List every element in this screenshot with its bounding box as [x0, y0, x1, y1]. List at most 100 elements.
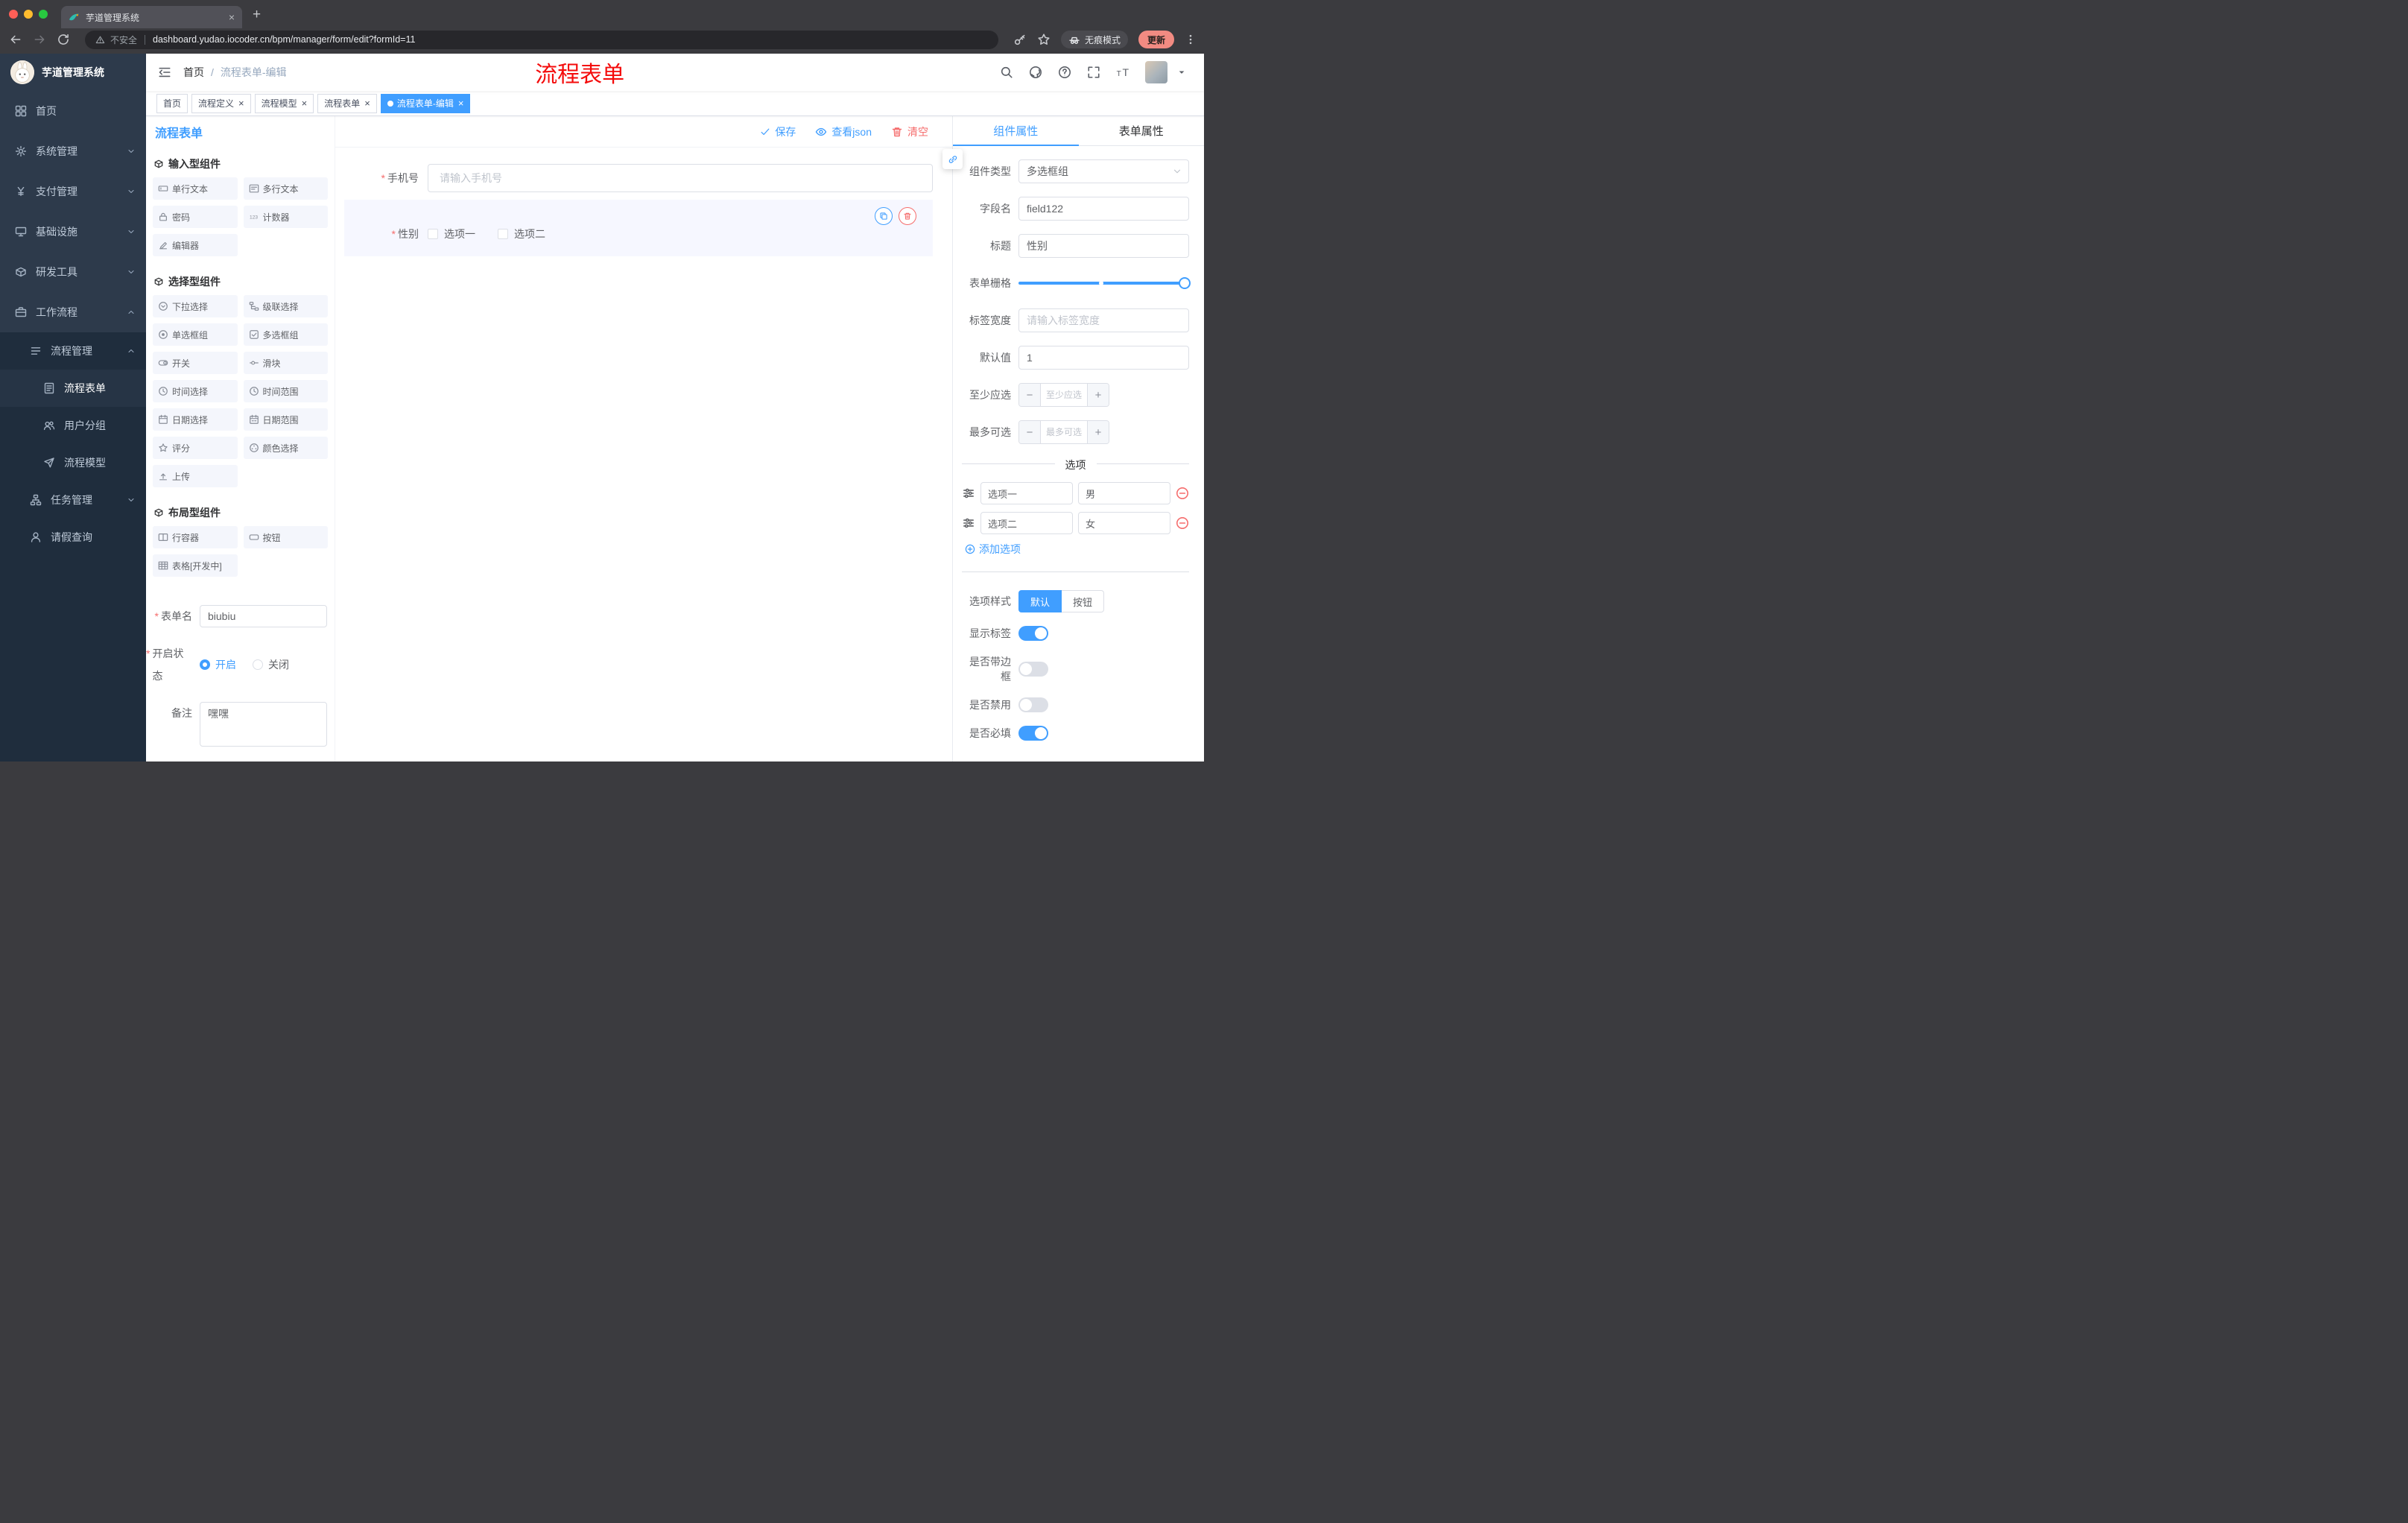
component-date-range[interactable]: 日期范围 — [243, 408, 328, 431]
max-select-input[interactable] — [1041, 421, 1087, 443]
component-radio[interactable]: 单选框组 — [153, 323, 238, 346]
update-button[interactable]: 更新 — [1138, 31, 1174, 48]
tag-3[interactable]: 流程表单 × — [317, 93, 377, 113]
tag-2[interactable]: 流程模型 × — [254, 93, 314, 113]
tag-1[interactable]: 流程定义 × — [191, 93, 251, 113]
sidebar-logo[interactable]: 芋道管理系统 — [0, 54, 146, 91]
component-time-range[interactable]: 时间范围 — [243, 380, 328, 402]
plus-button[interactable]: + — [1087, 384, 1109, 406]
checkbox[interactable] — [498, 229, 508, 239]
remove-option-icon[interactable] — [1176, 516, 1189, 530]
tag-0[interactable]: 首页 — [156, 93, 188, 113]
component-row[interactable]: 行容器 — [153, 526, 238, 548]
gender-option-0[interactable]: 选项一 — [428, 227, 475, 241]
option-label-input[interactable] — [980, 482, 1073, 504]
address-bar[interactable]: 不安全 dashboard.yudao.iocoder.cn/bpm/manag… — [85, 30, 998, 49]
font-size-icon[interactable]: TT — [1116, 66, 1129, 79]
tag-close-icon[interactable]: × — [302, 98, 308, 108]
user-avatar[interactable] — [1145, 61, 1167, 83]
browser-tab[interactable]: 芋道管理系统 × — [61, 6, 242, 28]
switch-0[interactable] — [1018, 626, 1048, 641]
component-rate[interactable]: 评分 — [153, 437, 238, 459]
component-date[interactable]: 日期选择 — [153, 408, 238, 431]
tag-close-icon[interactable]: × — [364, 98, 370, 108]
default-value-input[interactable] — [1018, 346, 1189, 370]
reload-icon[interactable] — [57, 33, 70, 46]
switch-2[interactable] — [1018, 697, 1048, 712]
slider-handle[interactable] — [1179, 277, 1191, 289]
delete-field-button[interactable] — [899, 207, 916, 225]
title-input[interactable] — [1018, 234, 1189, 258]
component-input[interactable]: 单行文本 — [153, 177, 238, 200]
label-width-input[interactable] — [1018, 308, 1189, 332]
component-counter[interactable]: 123 计数器 — [243, 206, 328, 228]
option-value-input[interactable] — [1078, 512, 1170, 534]
min-select-input[interactable] — [1041, 384, 1087, 406]
browser-menu-icon[interactable] — [1185, 34, 1197, 45]
minimize-window-button[interactable] — [24, 10, 33, 19]
component-password[interactable]: 密码 — [153, 206, 238, 228]
sidebar-item-process-manage[interactable]: 流程管理 — [0, 332, 146, 370]
component-editor[interactable]: 编辑器 — [153, 234, 238, 256]
component-upload[interactable]: 上传 — [153, 465, 238, 487]
drag-option-icon[interactable] — [962, 487, 975, 500]
view-json-button[interactable]: 查看json — [815, 124, 872, 139]
component-checkbox[interactable]: 多选框组 — [243, 323, 328, 346]
link-button[interactable] — [942, 149, 963, 169]
fullscreen-icon[interactable] — [1087, 66, 1100, 79]
option-value-input[interactable] — [1078, 482, 1170, 504]
tab-component-props[interactable]: 组件属性 — [953, 116, 1079, 146]
field-name-input[interactable] — [1018, 197, 1189, 221]
component-switch[interactable]: 开关 — [153, 352, 238, 374]
form-grid-slider[interactable] — [1018, 271, 1191, 295]
component-slider[interactable]: 滑块 — [243, 352, 328, 374]
new-tab-button[interactable]: + — [253, 7, 261, 22]
tag-4[interactable]: 流程表单-编辑 × — [380, 93, 471, 113]
sidebar-item-process-form[interactable]: 流程表单 — [0, 370, 146, 407]
field-gender-selected[interactable]: * 性别 选项一 选项二 — [344, 200, 933, 256]
component-textarea[interactable]: 多行文本 — [243, 177, 328, 200]
fold-sidebar-icon[interactable] — [158, 66, 171, 79]
component-button[interactable]: 按钮 — [243, 526, 328, 548]
switch-1[interactable] — [1018, 662, 1048, 677]
forward-icon[interactable] — [33, 33, 46, 46]
add-option-button[interactable]: 添加选项 — [965, 542, 1189, 557]
component-color[interactable]: 颜色选择 — [243, 437, 328, 459]
remove-option-icon[interactable] — [1176, 487, 1189, 500]
duplicate-field-button[interactable] — [875, 207, 893, 225]
checkbox[interactable] — [428, 229, 438, 239]
sidebar-item-user-group[interactable]: 用户分组 — [0, 407, 146, 444]
sidebar-item-dashboard[interactable]: 首页 — [0, 91, 146, 131]
back-icon[interactable] — [9, 33, 22, 46]
avatar-caret-down-icon[interactable] — [1177, 68, 1186, 77]
remark-textarea[interactable]: 嘿嘿 — [200, 702, 327, 747]
tag-close-icon[interactable]: × — [238, 98, 244, 108]
status-radio-关闭[interactable]: 关闭 — [253, 657, 289, 672]
password-manager-icon[interactable] — [1013, 33, 1027, 46]
form-name-input[interactable] — [200, 605, 327, 627]
status-radio-开启[interactable]: 开启 — [200, 657, 236, 672]
sidebar-item-workflow[interactable]: 工作流程 — [0, 292, 146, 332]
sidebar-item-process-model[interactable]: 流程模型 — [0, 444, 146, 481]
minus-button[interactable]: − — [1019, 384, 1041, 406]
sidebar-item-task-manage[interactable]: 任务管理 — [0, 481, 146, 519]
minus-button[interactable]: − — [1019, 421, 1041, 443]
sidebar-item-gear[interactable]: 系统管理 — [0, 131, 146, 171]
component-type-select[interactable]: 多选框组 — [1018, 159, 1189, 183]
sidebar-item-devtools[interactable]: 研发工具 — [0, 252, 146, 292]
field-phone[interactable]: * 手机号 — [344, 164, 933, 192]
search-icon[interactable] — [1000, 66, 1013, 79]
component-select[interactable]: 下拉选择 — [153, 295, 238, 317]
bookmark-star-icon[interactable] — [1037, 33, 1051, 46]
github-icon[interactable] — [1029, 66, 1042, 79]
plus-button[interactable]: + — [1087, 421, 1109, 443]
component-time[interactable]: 时间选择 — [153, 380, 238, 402]
close-window-button[interactable] — [9, 10, 18, 19]
breadcrumb-home[interactable]: 首页 — [183, 65, 204, 80]
tag-close-icon[interactable]: × — [458, 98, 464, 108]
help-icon[interactable] — [1058, 66, 1071, 79]
component-table[interactable]: 表格[开发中] — [153, 554, 238, 577]
sidebar-item-infrastructure[interactable]: 基础设施 — [0, 212, 146, 252]
phone-input[interactable] — [428, 164, 933, 192]
not-secure-icon[interactable] — [95, 35, 105, 45]
